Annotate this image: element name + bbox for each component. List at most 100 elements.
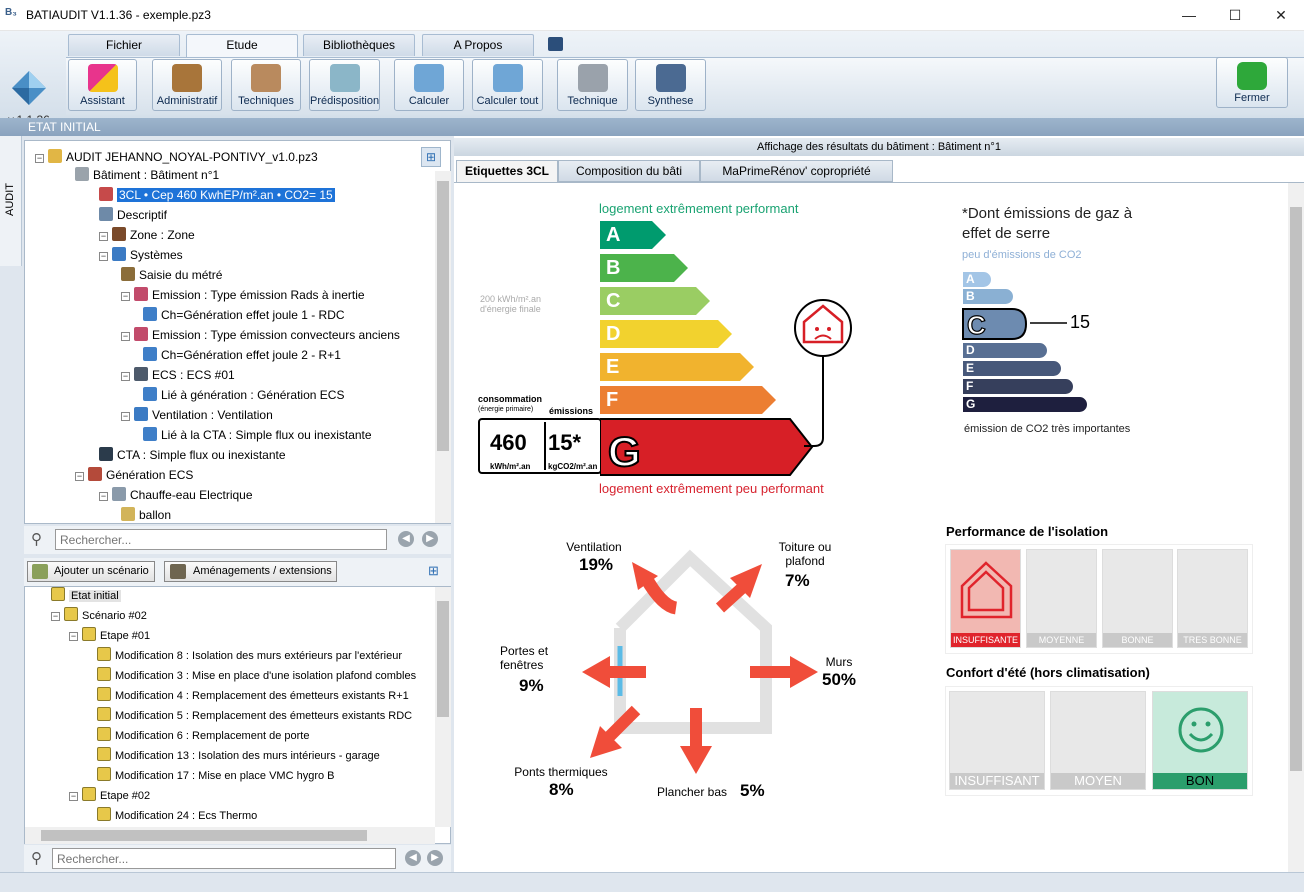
scenario-scrollbar[interactable] bbox=[435, 587, 451, 827]
results-scrollbar[interactable] bbox=[1288, 183, 1304, 872]
confort-insuffisant-label: INSUFFISANT bbox=[950, 773, 1044, 789]
scenario-node-label: Modification 6 : Remplacement de porte bbox=[115, 730, 310, 742]
expand-toggle-icon[interactable]: − bbox=[99, 232, 108, 241]
tab-composition-bati[interactable]: Composition du bâti bbox=[558, 160, 700, 182]
save-icon[interactable] bbox=[548, 37, 563, 51]
tree-node-icon bbox=[143, 387, 157, 401]
calculer-button[interactable]: Calculer bbox=[394, 59, 464, 111]
next-result-icon[interactable]: ▶ bbox=[422, 531, 438, 547]
tree-node[interactable]: ballon bbox=[121, 507, 171, 523]
expand-toggle-icon[interactable]: − bbox=[121, 292, 130, 301]
administratif-button[interactable]: Administratif bbox=[152, 59, 222, 111]
audit-side-tab[interactable]: AUDIT bbox=[0, 136, 22, 266]
calculer-tout-button[interactable]: Calculer tout bbox=[472, 59, 543, 111]
synthese-button[interactable]: Synthese bbox=[635, 59, 706, 111]
scenario-node-label: Scénario #02 bbox=[82, 610, 147, 622]
tab-etude[interactable]: Etude bbox=[186, 34, 298, 58]
power-icon bbox=[1237, 62, 1267, 90]
tree-node[interactable]: − Ventilation : Ventilation bbox=[121, 407, 273, 423]
scenario-node[interactable]: − Etape #02 bbox=[69, 787, 150, 803]
expand-toggle-icon[interactable]: − bbox=[35, 154, 44, 163]
tree-scrollbar[interactable] bbox=[435, 171, 451, 523]
fermer-button[interactable]: Fermer bbox=[1216, 57, 1288, 108]
tree-node[interactable]: − Emission : Type émission convecteurs an… bbox=[121, 327, 400, 343]
tree-node[interactable]: − Génération ECS bbox=[75, 467, 193, 483]
tree-node[interactable]: − Zone : Zone bbox=[99, 227, 195, 243]
scenario-node[interactable]: Modification 4 : Remplacement des émette… bbox=[97, 687, 409, 703]
calculer-label: Calculer bbox=[408, 95, 450, 107]
tree-node[interactable]: − AUDIT JEHANNO_NOYAL-PONTIVY_v1.0.pz3 bbox=[35, 149, 318, 165]
scenario-node[interactable]: − Etape #01 bbox=[69, 627, 150, 643]
tree-search-input[interactable] bbox=[55, 529, 387, 550]
prev-result-icon[interactable]: ◀ bbox=[398, 531, 414, 547]
scenario-node[interactable]: Modification 24 : Ecs Thermo bbox=[97, 807, 257, 823]
portes-label: Portes et fenêtres bbox=[500, 644, 549, 672]
tree-node-icon bbox=[99, 207, 113, 221]
expand-toggle-icon[interactable]: − bbox=[69, 792, 78, 801]
tree-node[interactable]: Descriptif bbox=[99, 207, 167, 223]
next-result-icon[interactable]: ▶ bbox=[427, 850, 443, 866]
close-window-button[interactable]: ✕ bbox=[1258, 0, 1304, 31]
tree-node[interactable]: Lié à la CTA : Simple flux ou inexistant… bbox=[143, 427, 372, 443]
tab-apropos[interactable]: A Propos bbox=[422, 34, 534, 56]
minimize-button[interactable]: — bbox=[1166, 0, 1212, 31]
tree-node[interactable]: CTA : Simple flux ou inexistante bbox=[99, 447, 286, 463]
scenario-node-icon bbox=[97, 707, 111, 721]
scenario-node[interactable]: Modification 13 : Isolation des murs int… bbox=[97, 747, 380, 763]
tree-node[interactable]: − Emission : Type émission Rads à inertie bbox=[121, 287, 365, 303]
tree-node-icon bbox=[121, 507, 135, 521]
expand-toggle-icon[interactable]: − bbox=[121, 412, 130, 421]
scenario-node[interactable]: Modification 8 : Isolation des murs exté… bbox=[97, 647, 402, 663]
scenario-scroll-thumb[interactable] bbox=[437, 601, 449, 717]
expand-toggle-icon[interactable]: − bbox=[69, 632, 78, 641]
scenario-node[interactable]: Etat initial bbox=[51, 587, 121, 603]
tree-node[interactable]: − Systèmes bbox=[99, 247, 183, 263]
scenario-toggle-icon[interactable]: ⊞ bbox=[428, 563, 439, 579]
scenario-hscrollbar[interactable] bbox=[25, 827, 435, 844]
scenario-node[interactable]: Modification 5 : Remplacement des émette… bbox=[97, 707, 412, 723]
scenario-node[interactable]: Modification 6 : Remplacement de porte bbox=[97, 727, 309, 743]
results-scroll-thumb[interactable] bbox=[1290, 207, 1302, 771]
prev-result-icon[interactable]: ◀ bbox=[405, 850, 421, 866]
administratif-label: Administratif bbox=[156, 95, 218, 107]
tab-fichier[interactable]: Fichier bbox=[68, 34, 180, 56]
assistant-button[interactable]: Assistant bbox=[68, 59, 137, 111]
expand-toggle-icon[interactable]: − bbox=[121, 332, 130, 341]
tree-node[interactable]: Ch=Génération effet joule 1 - RDC bbox=[143, 307, 345, 323]
tree-node[interactable]: Lié à génération : Génération ECS bbox=[143, 387, 344, 403]
tree-node[interactable]: − ECS : ECS #01 bbox=[121, 367, 235, 383]
ges-class-d: D bbox=[963, 343, 1047, 358]
scenario-node[interactable]: − Scénario #02 bbox=[51, 607, 147, 623]
tree-node-label: AUDIT JEHANNO_NOYAL-PONTIVY_v1.0.pz3 bbox=[66, 150, 318, 164]
emissions-label: émissions bbox=[549, 406, 594, 416]
predisposition-button[interactable]: Prédisposition bbox=[309, 59, 380, 111]
add-scenario-button[interactable]: Ajouter un scénario bbox=[27, 561, 155, 582]
tree-node[interactable]: − Chauffe-eau Electrique bbox=[99, 487, 253, 503]
scenario-node[interactable]: Modification 17 : Mise en place VMC hygr… bbox=[97, 767, 335, 783]
tree-toggle-icon[interactable]: ⊞ bbox=[421, 147, 441, 167]
confort-moyen-label: MOYEN bbox=[1051, 773, 1145, 789]
tab-maprimerenov[interactable]: MaPrimeRénov' copropriété bbox=[700, 160, 893, 182]
expand-toggle-icon[interactable]: − bbox=[99, 492, 108, 501]
expand-toggle-icon[interactable]: − bbox=[51, 612, 60, 621]
tree-scroll-thumb[interactable] bbox=[437, 181, 449, 451]
iso-tres-bonne-label: TRES BONNE bbox=[1178, 633, 1247, 647]
plancher-label: Plancher bas bbox=[656, 785, 728, 799]
expand-toggle-icon[interactable]: − bbox=[121, 372, 130, 381]
techniques-button[interactable]: Techniques bbox=[231, 59, 301, 111]
tab-bibliotheques[interactable]: Bibliothèques bbox=[303, 34, 415, 56]
scenario-search-input[interactable] bbox=[52, 848, 396, 869]
tree-node[interactable]: Bâtiment : Bâtiment n°1 bbox=[75, 167, 219, 183]
scenario-node[interactable]: Modification 3 : Mise en place d'une iso… bbox=[97, 667, 416, 683]
technique-print-button[interactable]: Technique bbox=[557, 59, 628, 111]
maximize-button[interactable]: ☐ bbox=[1212, 0, 1258, 31]
expand-toggle-icon[interactable]: − bbox=[99, 252, 108, 261]
tree-node[interactable]: 3CL • Cep 460 KwhEP/m².an • CO2= 15 bbox=[99, 187, 335, 203]
expand-toggle-icon[interactable]: − bbox=[75, 472, 84, 481]
tree-node[interactable]: Ch=Génération effet joule 2 - R+1 bbox=[143, 347, 341, 363]
tree-node-label: Zone : Zone bbox=[130, 228, 195, 242]
scenario-hscroll-thumb[interactable] bbox=[41, 830, 367, 841]
tree-node[interactable]: Saisie du métré bbox=[121, 267, 222, 283]
amenagements-button[interactable]: Aménagements / extensions bbox=[164, 561, 337, 582]
tab-etiquettes-3cl[interactable]: Etiquettes 3CL bbox=[456, 160, 558, 183]
